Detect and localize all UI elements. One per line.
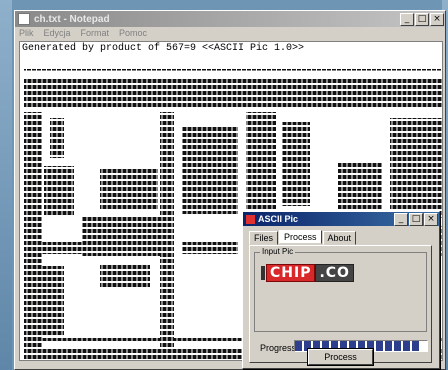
- menu-file[interactable]: Plik: [19, 28, 34, 38]
- dialog-close-button[interactable]: ×: [424, 212, 438, 226]
- tab-strip: Files Process About: [249, 230, 357, 245]
- dialog-titlebar[interactable]: ASCII Pic _ □ ×: [243, 212, 439, 226]
- desktop-background: [0, 0, 12, 370]
- app-icon: [246, 214, 255, 224]
- notepad-icon: [18, 13, 30, 25]
- process-button[interactable]: Process: [308, 349, 373, 365]
- header-line: Generated by product of 567=9 <<ASCII Pi…: [22, 43, 305, 54]
- process-panel: Input Pic CHIP .CO Progress :: [249, 245, 432, 363]
- tab-process[interactable]: Process: [279, 230, 322, 244]
- menu-help[interactable]: Pomoc: [119, 28, 147, 38]
- input-picture: CHIP .CO: [261, 264, 354, 282]
- tab-about[interactable]: About: [322, 231, 357, 245]
- notepad-title: ch.txt - Notepad: [34, 13, 110, 25]
- menu-format[interactable]: Format: [81, 28, 110, 38]
- menu-bar: Plik Edycja Format Pomoc: [15, 27, 445, 39]
- ascii-pic-dialog: ASCII Pic _ □ × Files Process About Inpu…: [242, 211, 440, 369]
- logo-text-chip: CHIP: [266, 264, 316, 282]
- logo-text-co: .CO: [315, 264, 354, 282]
- tab-files[interactable]: Files: [249, 231, 279, 245]
- dialog-maximize-button[interactable]: □: [409, 212, 423, 226]
- close-button[interactable]: ×: [430, 12, 444, 26]
- dialog-title: ASCII Pic: [258, 214, 299, 224]
- input-pic-label: Input Pic: [260, 247, 296, 256]
- logo-mark: [261, 266, 265, 280]
- notepad-titlebar[interactable]: ch.txt - Notepad _ □ ×: [15, 11, 445, 27]
- dialog-minimize-button[interactable]: _: [394, 212, 408, 226]
- maximize-button[interactable]: □: [415, 12, 429, 26]
- minimize-button[interactable]: _: [400, 12, 414, 26]
- menu-edit[interactable]: Edycja: [44, 28, 71, 38]
- input-pic-group: Input Pic CHIP .CO: [254, 247, 427, 332]
